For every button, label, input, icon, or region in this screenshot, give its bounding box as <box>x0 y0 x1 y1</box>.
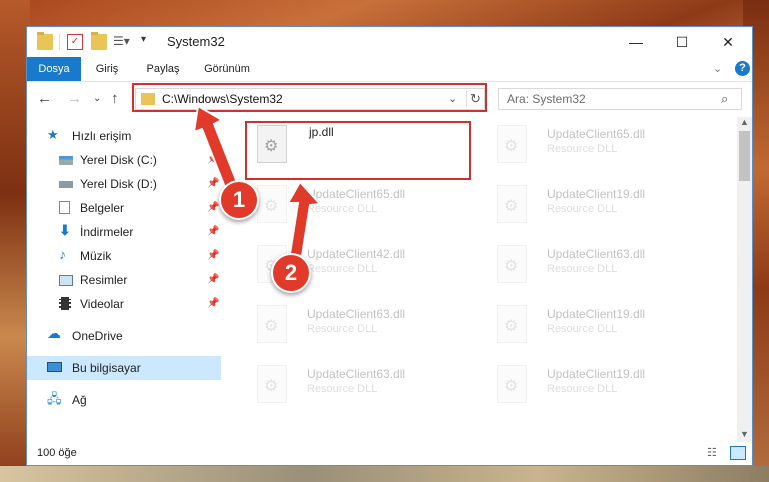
dll-file-icon <box>497 185 527 223</box>
scroll-up-icon[interactable]: ▲ <box>740 117 749 127</box>
sidebar-item-label: İndirmeler <box>80 225 134 239</box>
dll-file-icon <box>497 305 527 343</box>
address-bar-highlight <box>132 83 487 112</box>
close-button[interactable]: ✕ <box>705 27 751 57</box>
sidebar-item-downloads[interactable]: ⬇ İndirmeler 📌 <box>27 220 221 244</box>
network-icon: 🖧 <box>47 391 62 406</box>
search-icon[interactable]: ⌕ <box>721 91 728 107</box>
file-name: UpdateClient19.dll <box>547 307 646 321</box>
new-folder-icon[interactable] <box>91 32 107 50</box>
arrow-2 <box>286 180 323 258</box>
file-highlight <box>245 121 471 180</box>
tab-file[interactable]: Dosya <box>27 57 81 81</box>
step-badge-1: 1 <box>219 180 259 220</box>
list-item[interactable]: UpdateClient19.dll Resource DLL <box>485 359 715 413</box>
back-arrow-icon[interactable]: ← <box>37 90 52 107</box>
properties-icon[interactable]: ✓ <box>67 34 83 50</box>
sidebar-item-music[interactable]: ♪ Müzik 📌 <box>27 244 221 268</box>
ribbon: Dosya Giriş Paylaş Görünüm ⌄ ? <box>27 57 752 82</box>
chevron-down-icon[interactable]: ⌄ <box>713 62 722 75</box>
sidebar-item-network[interactable]: 🖧 Ağ <box>27 388 221 412</box>
file-description: Resource DLL <box>547 323 618 335</box>
tiles-view-icon[interactable] <box>730 446 746 460</box>
divider <box>59 34 61 50</box>
tab-share[interactable]: Paylaş <box>137 57 189 81</box>
sidebar-item-this-pc[interactable]: Bu bilgisayar <box>27 356 221 380</box>
list-item[interactable]: UpdateClient19.dll Resource DLL <box>485 299 715 353</box>
file-description: Resource DLL <box>547 383 618 395</box>
sidebar-item-label: Belgeler <box>80 201 125 215</box>
pin-icon[interactable]: 📌 <box>207 250 219 261</box>
file-description: Resource DLL <box>307 323 378 335</box>
step-badge-2: 2 <box>271 253 311 293</box>
file-name: UpdateClient19.dll <box>547 367 646 381</box>
sidebar-item-label: Resimler <box>80 273 128 287</box>
dll-file-icon <box>497 365 527 403</box>
sidebar-item-onedrive[interactable]: ☁ OneDrive <box>27 324 221 348</box>
file-name: UpdateClient63.dll <box>307 307 406 321</box>
file-description: Resource DLL <box>547 203 618 215</box>
maximize-button[interactable]: ☐ <box>659 27 705 57</box>
folder-icon <box>37 32 53 50</box>
chevron-down-icon[interactable]: ⌄ <box>93 93 101 104</box>
dll-file-icon <box>257 365 287 403</box>
scrollbar[interactable]: ▲ ▼ <box>737 117 752 442</box>
list-item[interactable]: UpdateClient63.dll Resource DLL <box>245 359 475 413</box>
pin-icon[interactable]: 📌 <box>207 274 219 285</box>
file-description: Resource DLL <box>547 143 618 155</box>
chevron-down-icon[interactable]: ▾ <box>141 34 157 50</box>
window-title: System32 <box>167 34 225 49</box>
drive-icon <box>59 181 73 188</box>
file-description: Resource DLL <box>307 383 378 395</box>
dll-file-icon <box>497 125 527 163</box>
computer-icon <box>47 362 62 372</box>
sidebar-item-label: Videolar <box>80 297 124 311</box>
scrollbar-thumb[interactable] <box>739 131 750 181</box>
list-item[interactable]: UpdateClient63.dll Resource DLL <box>245 299 475 353</box>
music-icon: ♪ <box>59 246 66 262</box>
sidebar-item-label: Ağ <box>72 393 87 407</box>
pictures-icon <box>59 275 73 286</box>
help-icon[interactable]: ? <box>735 61 750 76</box>
customize-toolbar-icon[interactable]: ☰▾ <box>113 34 130 50</box>
file-name: UpdateClient63.dll <box>547 247 646 261</box>
documents-icon <box>59 201 70 214</box>
star-icon: ★ <box>47 127 59 142</box>
dll-file-icon <box>257 305 287 343</box>
search-placeholder: Ara: System32 <box>507 92 586 106</box>
list-item[interactable]: UpdateClient63.dll Resource DLL <box>485 239 715 293</box>
file-name: UpdateClient19.dll <box>547 187 646 201</box>
up-arrow-icon[interactable]: ↑ <box>111 90 119 107</box>
sidebar-item-label: Bu bilgisayar <box>72 361 141 375</box>
search-input[interactable]: Ara: System32 ⌕ <box>498 88 742 110</box>
pin-icon[interactable]: 📌 <box>207 226 219 237</box>
sidebar-item-pictures[interactable]: Resimler 📌 <box>27 268 221 292</box>
list-item[interactable]: UpdateClient19.dll Resource DLL <box>485 179 715 233</box>
dll-file-icon <box>497 245 527 283</box>
download-icon: ⬇ <box>59 222 71 238</box>
sidebar-item-label: Hızlı erişim <box>72 129 132 143</box>
file-name: UpdateClient63.dll <box>307 367 406 381</box>
details-view-icon[interactable]: ☷ <box>707 446 717 459</box>
status-bar: 100 öğe ☷ <box>27 442 752 465</box>
file-description: Resource DLL <box>547 263 618 275</box>
pin-icon[interactable]: 📌 <box>207 298 219 309</box>
videos-icon <box>59 297 71 310</box>
file-name: UpdateClient65.dll <box>547 127 646 141</box>
sidebar-item-label: OneDrive <box>72 329 123 343</box>
cloud-icon: ☁ <box>47 325 61 341</box>
drive-icon <box>59 156 73 165</box>
tab-view[interactable]: Görünüm <box>197 57 257 81</box>
sidebar-item-label: Yerel Disk (C:) <box>80 153 157 167</box>
scroll-down-icon[interactable]: ▼ <box>740 429 749 439</box>
sidebar-item-videos[interactable]: Videolar 📌 <box>27 292 221 316</box>
minimize-button[interactable]: — <box>613 27 659 57</box>
forward-arrow-icon[interactable]: → <box>67 90 82 107</box>
sidebar-item-label: Müzik <box>80 249 112 263</box>
list-item[interactable]: UpdateClient65.dll Resource DLL <box>485 119 715 173</box>
tab-home[interactable]: Giriş <box>85 57 129 81</box>
item-count: 100 öğe <box>37 447 77 459</box>
sidebar-item-label: Yerel Disk (D:) <box>80 177 157 191</box>
title-bar: ✓ ☰▾ ▾ System32 — ☐ ✕ <box>27 27 752 57</box>
